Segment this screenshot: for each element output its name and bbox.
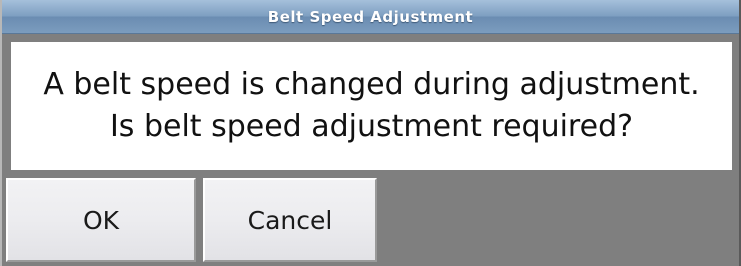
belt-speed-dialog: Belt Speed Adjustment A belt speed is ch… — [0, 0, 741, 266]
message-line-1: A belt speed is changed during adjustmen… — [43, 67, 700, 102]
message-line-2: Is belt speed adjustment required? — [109, 109, 634, 144]
dialog-titlebar: Belt Speed Adjustment — [2, 0, 739, 34]
message-panel: A belt speed is changed during adjustmen… — [11, 42, 732, 170]
dialog-title: Belt Speed Adjustment — [267, 7, 474, 26]
ok-button[interactable]: OK — [6, 178, 196, 262]
cancel-button[interactable]: Cancel — [203, 178, 377, 262]
button-row: OK Cancel — [6, 178, 739, 266]
